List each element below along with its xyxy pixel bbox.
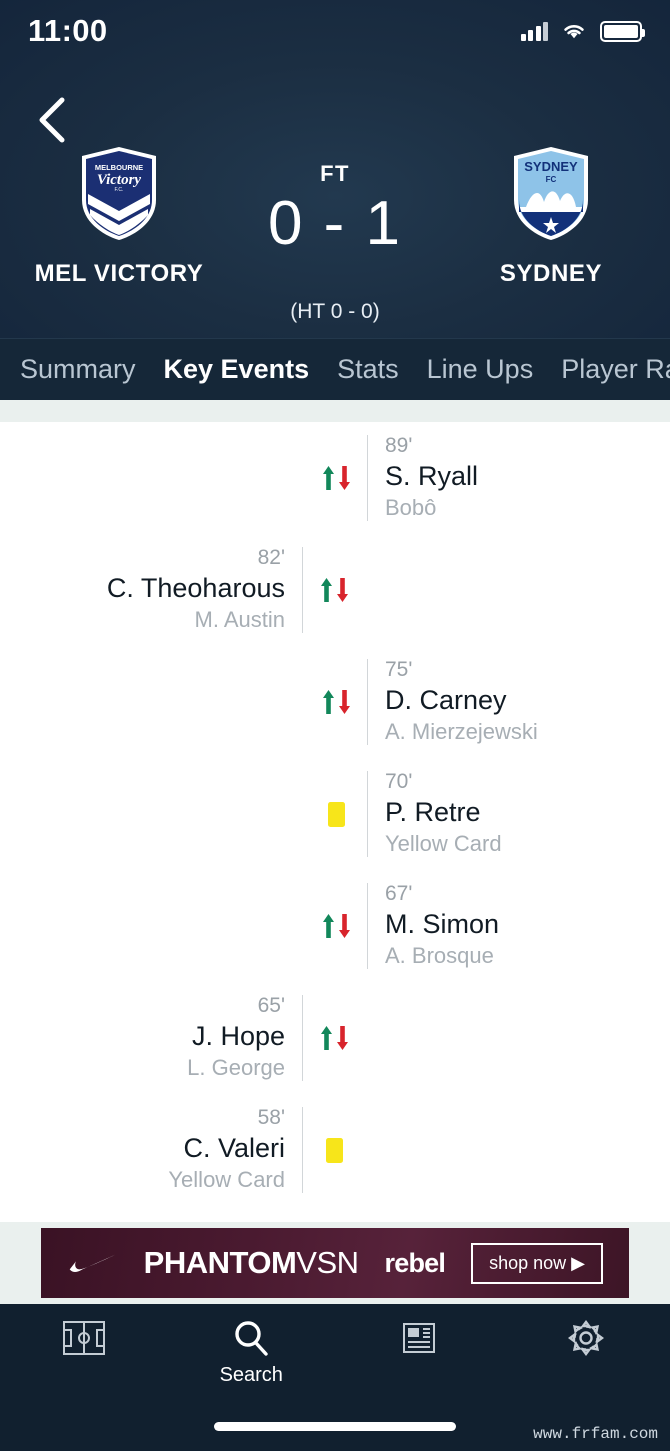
- nav-item-matches[interactable]: [0, 1318, 168, 1358]
- event-player: P. Retre: [385, 797, 481, 828]
- event-minute: 82': [257, 546, 285, 570]
- event-detail: M. Austin: [194, 607, 285, 633]
- substitution-icon: [305, 687, 367, 717]
- tab-stats[interactable]: Stats: [323, 354, 413, 385]
- event-row[interactable]: 58' C. Valeri Yellow Card: [0, 1094, 670, 1206]
- substitution-icon: [303, 1023, 365, 1053]
- away-team[interactable]: SYDNEY FC SYDNEY: [435, 145, 667, 288]
- event-player: M. Simon: [385, 909, 500, 940]
- substitution-icon: [303, 575, 365, 605]
- ad-product-main: PHANTOM: [143, 1245, 297, 1280]
- melbourne-victory-crest: MELBOURNE Victory F.C.: [78, 145, 160, 242]
- sydney-fc-crest: SYDNEY FC: [510, 145, 592, 242]
- bottom-navigation: Search www.frfam.com: [0, 1304, 670, 1451]
- status-bar-icons: [520, 20, 645, 42]
- event-row[interactable]: 70' P. Retre Yellow Card: [0, 758, 670, 870]
- football-pitch-icon: [62, 1321, 105, 1355]
- news-icon: [402, 1323, 435, 1353]
- match-tabs: Summary Key Events Stats Line Ups Player…: [0, 338, 670, 400]
- ad-retailer-logo: rebel: [384, 1247, 446, 1278]
- event-minute: 70': [385, 770, 413, 794]
- match-header: 11:00 MELBOURNE Victory F.C. MEL VICTORY…: [0, 0, 670, 338]
- event-row[interactable]: 89' S. Ryall Bobô: [0, 422, 670, 534]
- event-minute: 58': [257, 1106, 285, 1130]
- match-status: FT: [320, 161, 350, 186]
- svg-text:Victory: Victory: [97, 172, 142, 188]
- status-bar-clock: 11:00: [28, 13, 108, 48]
- event-detail: Yellow Card: [168, 1167, 285, 1193]
- ad-product-name: PHANTOMVSN: [144, 1245, 359, 1281]
- event-minute: 89': [385, 434, 413, 458]
- tab-summary[interactable]: Summary: [0, 354, 150, 385]
- substitution-icon: [305, 911, 367, 941]
- svg-text:F.C.: F.C.: [115, 187, 124, 193]
- home-team-name: MEL VICTORY: [34, 260, 204, 287]
- event-detail: L. George: [187, 1055, 285, 1081]
- yellow-card-icon: [305, 801, 367, 827]
- event-detail: Yellow Card: [385, 831, 502, 857]
- event-detail: Bobô: [385, 495, 437, 521]
- svg-text:SYDNEY: SYDNEY: [524, 159, 578, 174]
- key-events-list: 89' S. Ryall Bobô 82' C. Theoharous M. A…: [0, 422, 670, 1222]
- ad-container: PHANTOMVSN rebel shop now ▶: [0, 1222, 670, 1304]
- back-button[interactable]: [24, 92, 80, 148]
- event-minute: 67': [385, 882, 413, 906]
- status-bar: 11:00: [0, 0, 670, 62]
- tab-player-ratings[interactable]: Player Rati: [547, 354, 670, 385]
- away-team-name: SYDNEY: [499, 260, 603, 287]
- halftime-score: (HT 0 - 0): [290, 300, 380, 323]
- event-player: D. Carney: [385, 685, 507, 716]
- tab-line-ups[interactable]: Line Ups: [413, 354, 548, 385]
- ad-shop-now-button[interactable]: shop now ▶: [471, 1242, 603, 1284]
- event-row[interactable]: 75' D. Carney A. Mierzejewski: [0, 646, 670, 758]
- scoreboard: MELBOURNE Victory F.C. MEL VICTORY FT 0 …: [0, 145, 670, 288]
- nav-item-search-label: Search: [219, 1364, 283, 1386]
- site-watermark: www.frfam.com: [533, 1425, 658, 1443]
- yellow-card-icon: [303, 1137, 365, 1163]
- score-block: FT 0 - 1: [235, 145, 435, 255]
- event-row[interactable]: 65' J. Hope L. George: [0, 982, 670, 1094]
- tab-underlay-band: [0, 400, 670, 422]
- nike-swoosh-icon: [69, 1254, 115, 1273]
- substitution-icon: [305, 463, 367, 493]
- wifi-icon: [561, 21, 587, 41]
- battery-full-icon: [600, 20, 645, 42]
- event-player: J. Hope: [191, 1021, 285, 1052]
- ad-banner[interactable]: PHANTOMVSN rebel shop now ▶: [41, 1228, 629, 1298]
- event-detail: A. Mierzejewski: [385, 719, 538, 745]
- event-row[interactable]: 67' M. Simon A. Brosque: [0, 870, 670, 982]
- signal-bars-icon: [520, 21, 548, 41]
- ad-product-suffix: VSN: [296, 1245, 359, 1280]
- tab-key-events[interactable]: Key Events: [150, 354, 324, 385]
- match-detail-screen: 11:00 MELBOURNE Victory F.C. MEL VICTORY…: [0, 0, 670, 1451]
- nav-item-settings[interactable]: [503, 1318, 670, 1358]
- event-minute: 65': [257, 994, 285, 1018]
- svg-text:FC: FC: [546, 175, 557, 184]
- svg-text:MELBOURNE: MELBOURNE: [95, 163, 143, 172]
- event-detail: A. Brosque: [385, 943, 494, 969]
- nav-item-search[interactable]: Search: [168, 1318, 336, 1387]
- event-player: C. Valeri: [183, 1133, 285, 1164]
- gear-icon: [568, 1320, 605, 1356]
- search-icon: [235, 1321, 268, 1356]
- home-indicator[interactable]: [214, 1422, 456, 1431]
- nav-item-news[interactable]: [335, 1318, 503, 1358]
- event-player: S. Ryall: [385, 461, 479, 492]
- home-team[interactable]: MELBOURNE Victory F.C. MEL VICTORY: [3, 145, 235, 288]
- event-player: C. Theoharous: [106, 573, 285, 604]
- event-minute: 75': [385, 658, 413, 682]
- match-score: 0 - 1: [267, 189, 403, 258]
- event-row[interactable]: 82' C. Theoharous M. Austin: [0, 534, 670, 646]
